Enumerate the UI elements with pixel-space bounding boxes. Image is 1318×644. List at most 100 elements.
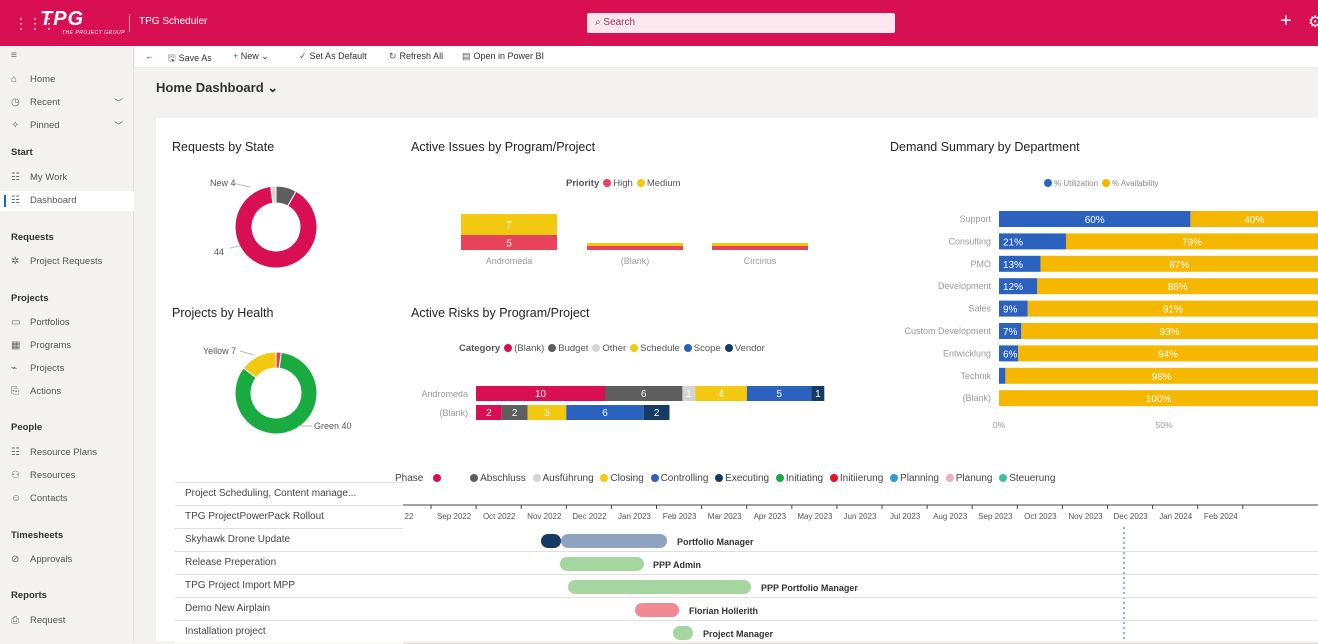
save-icon: 🖫 <box>168 53 176 63</box>
gantt-task-row[interactable]: Release Preperation <box>175 551 403 574</box>
resources-icon: ⚇ <box>11 470 20 481</box>
project-icon: ⌁ <box>11 363 18 374</box>
nav-group-requests: Requests <box>11 232 54 243</box>
legend-item[interactable]: (Blank) <box>514 343 544 354</box>
open-power-bi-button[interactable]: ▤ Open in Power BI <box>462 51 544 62</box>
legend-title: Category <box>459 343 501 354</box>
nav-item-home[interactable]: ⌂ Home <box>0 70 134 90</box>
legend-item[interactable]: Controlling <box>661 473 709 484</box>
legend-swatch <box>630 344 639 352</box>
nav-item-pinned[interactable]: ✧ Pinned ﹀ <box>0 116 134 136</box>
legend-item[interactable]: High <box>613 178 633 189</box>
legend-item[interactable]: Initiierung <box>840 473 883 484</box>
nav-item-programs[interactable]: ▦ Programs <box>0 336 134 356</box>
legend-item[interactable]: Steuerung <box>1009 473 1055 484</box>
legend-item[interactable]: Schedule <box>640 343 680 354</box>
save-as-label: Save As <box>178 53 212 63</box>
legend-swatch <box>600 474 609 482</box>
legend-item[interactable]: Medium <box>647 178 681 189</box>
save-as-button[interactable]: 🖫 Save As <box>168 51 212 67</box>
nav-item-approvals[interactable]: ⊘ Approvals <box>0 550 134 570</box>
legend-item[interactable]: Other <box>602 343 626 354</box>
contact-icon: ☺ <box>11 493 22 504</box>
set-as-default-button[interactable]: ✓ Set As Default <box>299 51 367 62</box>
active-risks-title: Active Risks by Program/Project <box>411 306 590 320</box>
legend-item[interactable]: Planung <box>956 473 993 484</box>
menu-toggle[interactable]: ≡ <box>0 46 134 66</box>
nav-group-timesheets: Timesheets <box>11 530 64 541</box>
brand-logo[interactable]: TPG <box>40 8 84 31</box>
command-bar: ← 🖫 Save As + New ⌄ ✓ Set As Default ↻ Refr… <box>135 46 1318 68</box>
legend-item[interactable]: % Availability <box>1112 179 1159 188</box>
request-icon: ✲ <box>11 256 20 267</box>
legend-item[interactable]: Executing <box>725 473 769 484</box>
legend-item[interactable]: Initiating <box>786 473 823 484</box>
legend-swatch <box>603 179 612 187</box>
settings-icon[interactable]: ⚙ <box>1308 12 1318 32</box>
nav-item-project-requests[interactable]: ✲ Project Requests <box>0 252 134 272</box>
gantt-task-row[interactable]: Demo New Airplain <box>175 597 403 620</box>
new-button[interactable]: + New ⌄ <box>233 51 269 62</box>
top-bar: ⋮⋮⋮ TPG THE PROJECT GROUP TPG Scheduler … <box>0 0 1318 46</box>
legend-swatch <box>650 474 659 482</box>
nav-item-label: Recent <box>30 97 61 108</box>
nav-item-label: Dashboard <box>30 195 77 206</box>
demand-summary-title: Demand Summary by Department <box>890 140 1080 154</box>
projects-by-health-title: Projects by Health <box>172 306 274 320</box>
nav-item-recent[interactable]: ◷ Recent ﹀ <box>0 93 134 113</box>
donut-label-yellow: Yellow 7 <box>203 346 237 356</box>
hamburger-icon: ≡ <box>11 50 17 61</box>
nav-item-resource-plans[interactable]: ☷ Resource Plans <box>0 443 134 463</box>
add-icon[interactable]: + <box>1280 10 1292 33</box>
dashboard-icon: ☷ <box>11 195 20 206</box>
power-bi-icon: ▤ <box>462 51 471 61</box>
legend-item[interactable]: Budget <box>558 343 588 354</box>
portfolio-icon: ▭ <box>11 317 21 328</box>
nav-item-portfolios[interactable]: ▭ Portfolios <box>0 313 134 333</box>
gantt-task-row[interactable]: TPG Project Import MPP <box>175 574 403 597</box>
gantt-task-row[interactable]: Skyhawk Drone Update <box>175 528 403 551</box>
search-placeholder: Search <box>603 17 636 28</box>
gantt-task-row[interactable]: Installation project <box>175 620 403 643</box>
nav-group-start: Start <box>11 147 33 158</box>
nav-item-label: Project Requests <box>30 256 103 267</box>
legend-item[interactable]: Closing <box>610 473 643 484</box>
nav-item-dashboard[interactable]: ☷ Dashboard <box>0 191 134 211</box>
legend-item[interactable]: Abschluss <box>480 473 526 484</box>
refresh-all-button[interactable]: ↻ Refresh All <box>389 51 443 62</box>
legend-item[interactable]: Scope <box>694 343 721 354</box>
chevron-down-icon[interactable]: ﹀ <box>114 116 123 136</box>
legend-swatch <box>1102 179 1111 187</box>
legend-item[interactable]: % Utilization <box>1054 179 1098 188</box>
nav-item-contacts[interactable]: ☺ Contacts <box>0 489 134 509</box>
legend-item[interactable]: Ausführung <box>543 473 594 484</box>
issues-legend: Priority High Medium <box>566 178 681 189</box>
legend-item[interactable]: Planning <box>900 473 939 484</box>
nav-item-label: Approvals <box>30 554 73 565</box>
gantt-task-row[interactable]: TPG ProjectPowerPack Rollout <box>175 505 403 528</box>
nav-item-label: Contacts <box>30 493 68 504</box>
checkmark-icon: ✓ <box>299 51 307 61</box>
nav-item-label: Resource Plans <box>30 447 98 458</box>
dashboard-title-dropdown[interactable]: Home Dashboard ⌄ <box>156 80 278 96</box>
back-button[interactable]: ← <box>145 51 154 61</box>
nav-item-my-work[interactable]: ☷ My Work <box>0 168 134 188</box>
program-icon: ▦ <box>11 340 21 351</box>
divider <box>129 14 130 32</box>
nav-item-projects[interactable]: ⌁ Projects <box>0 359 134 379</box>
nav-item-resources[interactable]: ⚇ Resources <box>0 466 134 486</box>
legend-swatch <box>504 344 513 352</box>
app-title[interactable]: TPG Scheduler <box>139 16 207 27</box>
search-input[interactable]: ⌕ Search <box>587 13 895 33</box>
nav-item-actions[interactable]: ⎘ Actions <box>0 382 134 402</box>
nav-item-label: Pinned <box>30 120 60 131</box>
nav-item-request-report[interactable]: ⎙ Request <box>0 611 134 631</box>
gantt-phase-legend: Phase Abschluss Ausführung Closing Contr… <box>395 473 1055 484</box>
chevron-down-icon[interactable]: ﹀ <box>114 93 123 113</box>
gantt-task-row[interactable]: Project Scheduling, Content manage... <box>175 482 403 505</box>
clock-icon: ◷ <box>11 97 20 108</box>
legend-item[interactable]: Vendor <box>735 343 765 354</box>
brand-logo-subtitle: THE PROJECT GROUP <box>62 30 125 36</box>
legend-swatch <box>1044 179 1052 187</box>
nav-item-label: Programs <box>30 340 72 351</box>
